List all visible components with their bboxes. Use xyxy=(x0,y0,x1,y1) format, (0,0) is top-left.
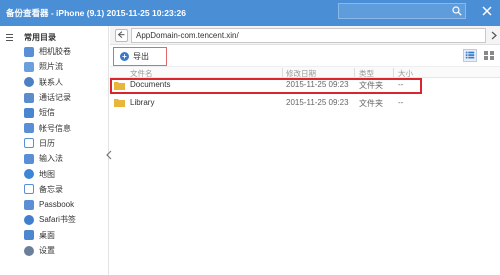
sidebar-item-desktop[interactable]: 桌面 xyxy=(0,228,109,243)
grid-view-icon[interactable] xyxy=(482,49,496,62)
sidebar-item-label: Safari书签 xyxy=(39,215,76,225)
sidebar-item-settings[interactable]: 设置 xyxy=(0,243,109,258)
contacts-icon xyxy=(24,77,34,88)
folder-icon xyxy=(114,99,125,107)
close-icon[interactable] xyxy=(480,4,494,18)
arrow-left-icon xyxy=(117,31,125,38)
sidebar-item-label: 地图 xyxy=(39,169,55,179)
sidebar-item-label: 桌面 xyxy=(39,230,55,240)
camera-roll-icon xyxy=(24,46,34,57)
toolbar: + 导出 xyxy=(110,45,500,67)
chevron-right-icon[interactable] xyxy=(491,31,497,40)
path-bar: AppDomain-com.tencent.xin/ xyxy=(110,26,500,45)
sidebar-item-label: 备忘录 xyxy=(39,184,63,194)
sidebar-item-sms[interactable]: 短信 xyxy=(0,105,109,120)
sms-icon xyxy=(24,107,34,118)
sidebar-item-label: 短信 xyxy=(39,108,55,118)
window-title: 备份查看器 - iPhone (9.1) 2015-11-25 10:23:26 xyxy=(6,8,186,18)
sidebar-section-label: 常用目录 xyxy=(24,32,56,42)
file-type: 文件夹 xyxy=(359,99,383,108)
file-modified: 2015-11-25 09:23 xyxy=(286,80,349,89)
file-type: 文件夹 xyxy=(359,81,383,90)
list-view-icon xyxy=(465,51,475,59)
sidebar-item-label: 照片流 xyxy=(39,62,63,72)
desktop-icon xyxy=(24,230,34,241)
sidebar-item-label: 相机胶卷 xyxy=(39,47,71,57)
plus-icon: + xyxy=(120,52,129,61)
calendar-icon xyxy=(24,138,34,149)
sidebar-item-contacts[interactable]: 联系人 xyxy=(0,75,109,90)
file-name: Library xyxy=(130,98,155,107)
sidebar-item-label: 联系人 xyxy=(39,77,63,87)
column-divider[interactable] xyxy=(393,68,394,77)
table-row[interactable]: Library 2015-11-25 09:23 文件夹 -- xyxy=(110,96,500,110)
list-view-button[interactable] xyxy=(463,49,477,62)
sidebar-item-label: Passbook xyxy=(39,200,75,210)
file-modified: 2015-11-25 09:23 xyxy=(286,98,349,107)
table-header: 文件名 修改日期 类型 大小 xyxy=(110,66,500,78)
map-icon xyxy=(24,169,34,180)
menu-icon xyxy=(6,33,13,41)
sidebar-list: 相机胶卷 照片流 联系人 通话记录 短信 帐号信息 日历 输入法 地图 备忘录 … xyxy=(0,44,109,258)
export-label: 导出 xyxy=(133,52,149,61)
sidebar-item-passbook[interactable]: Passbook xyxy=(0,197,109,212)
sidebar-item-keyboard[interactable]: 输入法 xyxy=(0,151,109,166)
sidebar: 常用目录 相机胶卷 照片流 联系人 通话记录 短信 帐号信息 日历 输入法 地图… xyxy=(0,26,109,275)
sidebar-item-calendar[interactable]: 日历 xyxy=(0,136,109,151)
sidebar-item-label: 通话记录 xyxy=(39,93,71,103)
notes-icon xyxy=(24,184,34,195)
sidebar-item-label: 设置 xyxy=(39,246,55,255)
account-icon xyxy=(24,123,34,134)
call-log-icon xyxy=(24,92,34,103)
export-button[interactable]: + 导出 xyxy=(113,47,167,66)
sidebar-item-camera-roll[interactable]: 相机胶卷 xyxy=(0,44,109,59)
settings-icon xyxy=(24,245,34,256)
sidebar-item-map[interactable]: 地图 xyxy=(0,166,109,181)
sidebar-item-label: 日历 xyxy=(39,138,55,148)
safari-icon xyxy=(24,214,34,225)
photo-stream-icon xyxy=(24,61,34,72)
sidebar-item-photo-stream[interactable]: 照片流 xyxy=(0,59,109,74)
sidebar-item-label: 输入法 xyxy=(39,154,63,164)
sidebar-item-notes[interactable]: 备忘录 xyxy=(0,182,109,197)
search-input[interactable] xyxy=(338,3,466,19)
file-name: Documents xyxy=(130,80,171,89)
sidebar-section-header[interactable]: 常用目录 xyxy=(6,31,56,43)
column-divider[interactable] xyxy=(354,68,355,77)
sidebar-item-account[interactable]: 帐号信息 xyxy=(0,120,109,135)
file-browser: AppDomain-com.tencent.xin/ + 导出 文件名 修改日期… xyxy=(110,26,500,275)
passbook-icon xyxy=(24,199,34,210)
sidebar-item-label: 帐号信息 xyxy=(39,123,71,133)
keyboard-icon xyxy=(24,153,34,164)
path-field[interactable]: AppDomain-com.tencent.xin/ xyxy=(131,28,486,43)
back-button[interactable] xyxy=(115,29,128,42)
file-size: -- xyxy=(398,98,404,107)
folder-icon xyxy=(114,82,125,90)
column-divider[interactable] xyxy=(282,68,283,77)
title-bar: 备份查看器 - iPhone (9.1) 2015-11-25 10:23:26 xyxy=(0,0,500,26)
search-icon[interactable] xyxy=(452,6,462,16)
sidebar-item-call-log[interactable]: 通话记录 xyxy=(0,90,109,105)
table-row[interactable]: Documents 2015-11-25 09:23 文件夹 -- xyxy=(110,78,422,94)
sidebar-item-safari[interactable]: Safari书签 xyxy=(0,212,109,227)
file-size: -- xyxy=(398,80,404,89)
